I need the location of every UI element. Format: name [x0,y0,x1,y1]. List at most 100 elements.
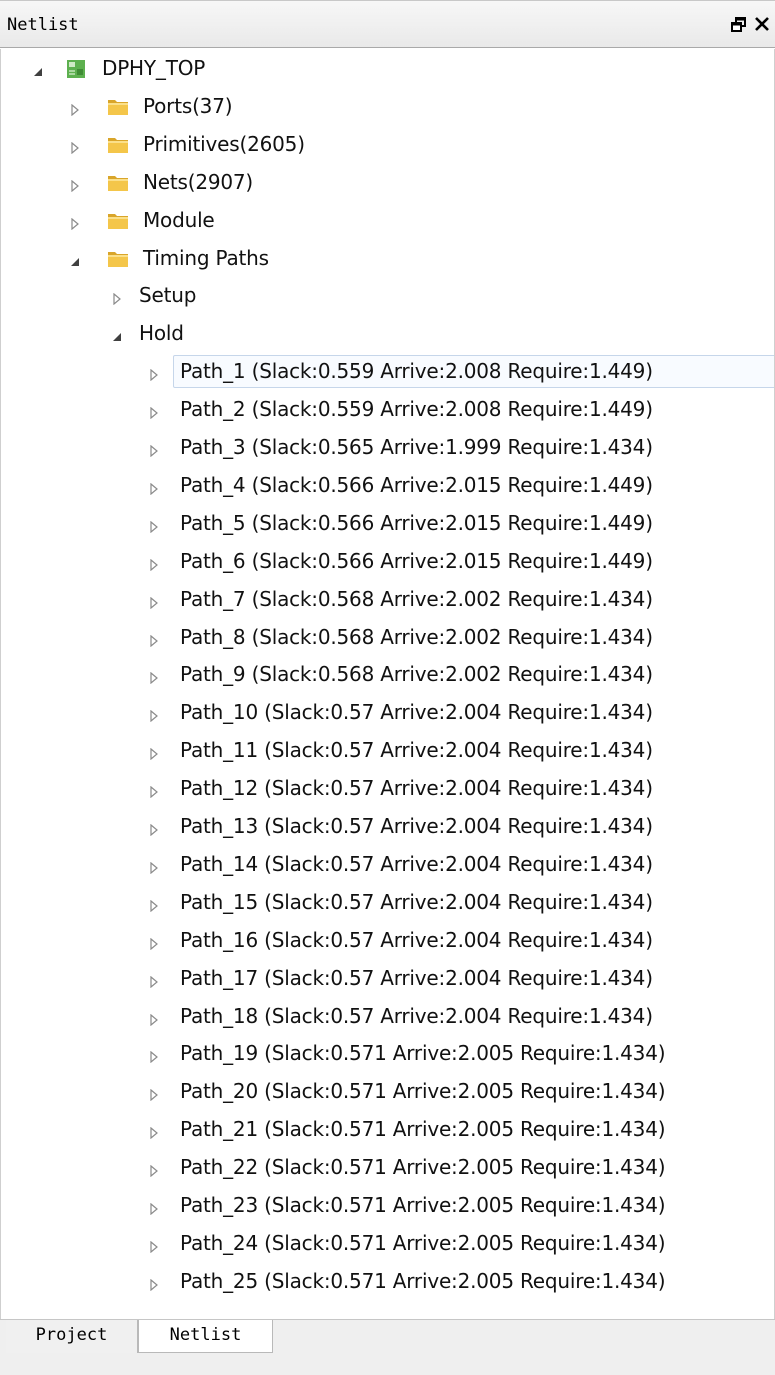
tree-node-label: Path_24 (Slack:0.571 Arrive:2.005 Requir… [180,1230,666,1255]
tree-node-path[interactable]: Path_9 (Slack:0.568 Arrive:2.002 Require… [1,657,774,693]
tree-node-path[interactable]: Path_15 (Slack:0.57 Arrive:2.004 Require… [1,885,774,921]
tree-node-path[interactable]: Path_10 (Slack:0.57 Arrive:2.004 Require… [1,695,774,731]
tree-node-path[interactable]: Path_12 (Slack:0.57 Arrive:2.004 Require… [1,771,774,807]
tree-node-timing-group[interactable]: Hold [1,316,774,352]
collapsed-arrow-icon[interactable] [148,897,160,913]
tab-project[interactable]: Project [6,1320,138,1353]
module-chip-icon [65,59,87,79]
tree-node-label: Path_7 (Slack:0.568 Arrive:2.002 Require… [180,586,653,611]
tree-node-label: Path_22 (Slack:0.571 Arrive:2.005 Requir… [180,1155,666,1180]
tree-node-label: DPHY_TOP [102,56,206,80]
tree-node-path[interactable]: Path_17 (Slack:0.57 Arrive:2.004 Require… [1,961,774,997]
tree-node-label: Path_5 (Slack:0.566 Arrive:2.015 Require… [180,510,653,535]
tree-node-path[interactable]: Path_4 (Slack:0.566 Arrive:2.015 Require… [1,468,774,504]
tree-node-label: Path_11 (Slack:0.57 Arrive:2.004 Require… [180,738,653,763]
collapsed-arrow-icon[interactable] [148,1011,160,1026]
tree-node-path[interactable]: Path_24 (Slack:0.571 Arrive:2.005 Requir… [1,1226,774,1262]
collapsed-arrow-icon[interactable] [148,594,160,609]
tree-node-path[interactable]: Path_14 (Slack:0.57 Arrive:2.004 Require… [1,847,774,883]
collapsed-arrow-icon[interactable] [148,556,160,571]
tree-node-path[interactable]: Path_7 (Slack:0.568 Arrive:2.002 Require… [1,582,774,618]
tree-node-label: Timing Paths [143,245,269,270]
collapsed-arrow-icon[interactable] [148,480,160,496]
tree-node-path[interactable]: Path_23 (Slack:0.571 Arrive:2.005 Requir… [1,1188,774,1224]
tree-node-folder[interactable]: Primitives(2605) [1,127,774,163]
collapsed-arrow-icon[interactable] [148,973,160,988]
tree-node-path[interactable]: Path_2 (Slack:0.559 Arrive:2.008 Require… [1,392,774,428]
collapsed-arrow-icon[interactable] [148,1200,160,1216]
collapsed-arrow-icon[interactable] [148,935,160,950]
collapsed-arrow-icon[interactable] [148,1238,160,1254]
tree-node-label: Path_3 (Slack:0.565 Arrive:1.999 Require… [180,435,653,459]
folder-icon [107,173,129,193]
collapsed-arrow-icon[interactable] [148,1086,160,1102]
collapsed-arrow-icon[interactable] [148,821,160,837]
tree-node-path[interactable]: Path_16 (Slack:0.57 Arrive:2.004 Require… [1,923,774,959]
tree-node-path[interactable]: Path_18 (Slack:0.57 Arrive:2.004 Require… [1,999,774,1035]
tree-node-path[interactable]: Path_20 (Slack:0.571 Arrive:2.005 Requir… [1,1074,774,1110]
collapsed-arrow-icon[interactable] [148,1276,160,1292]
tree-node-label: Path_4 (Slack:0.566 Arrive:2.015 Require… [180,472,653,497]
collapsed-arrow-icon[interactable] [148,783,160,799]
collapsed-arrow-icon[interactable] [148,1162,160,1178]
collapsed-arrow-icon[interactable] [148,859,160,875]
tree-node-label: Nets(2907) [143,169,254,194]
collapsed-arrow-icon[interactable] [148,632,160,647]
collapsed-arrow-icon[interactable] [148,366,160,382]
tree-node-label: Path_1 (Slack:0.559 Arrive:2.008 Require… [180,359,653,384]
tree-node-folder[interactable]: Timing Paths [1,241,774,277]
tree-node-label: Path_25 (Slack:0.571 Arrive:2.005 Requir… [180,1268,666,1293]
collapsed-arrow-icon[interactable] [148,404,160,420]
collapsed-arrow-icon[interactable] [148,518,160,534]
panel-title: Netlist [7,15,79,35]
tree-node-folder[interactable]: Ports(37) [1,89,774,125]
tree-node-path[interactable]: Path_25 (Slack:0.571 Arrive:2.005 Requir… [1,1264,774,1300]
tab-netlist[interactable]: Netlist [138,1320,273,1353]
collapsed-arrow-icon[interactable] [148,669,160,685]
tree-node-timing-group[interactable]: Setup [1,278,774,314]
collapsed-arrow-icon[interactable] [148,442,160,458]
tree-node-folder[interactable]: Module [1,203,774,239]
netlist-tree[interactable]: DPHY_TOP Ports(37) Primitives(2605) Nets(29… [0,49,775,1319]
tree-node-label: Path_2 (Slack:0.559 Arrive:2.008 Require… [180,397,653,422]
tree-node-path[interactable]: Path_5 (Slack:0.566 Arrive:2.015 Require… [1,506,774,542]
collapsed-arrow-icon[interactable] [148,1124,160,1140]
collapsed-arrow-icon[interactable] [148,707,160,723]
collapsed-arrow-icon[interactable] [148,1048,160,1064]
tree-node-path[interactable]: Path_19 (Slack:0.571 Arrive:2.005 Requir… [1,1036,774,1072]
panel-titlebar: Netlist [0,0,775,48]
tree-node-path[interactable]: Path_22 (Slack:0.571 Arrive:2.005 Requir… [1,1150,774,1186]
tree-node-path[interactable]: Path_21 (Slack:0.571 Arrive:2.005 Requir… [1,1112,774,1148]
tree-node-label: Path_15 (Slack:0.57 Arrive:2.004 Require… [180,889,653,914]
tree-node-path[interactable]: Path_1 (Slack:0.559 Arrive:2.008 Require… [1,354,774,390]
collapsed-arrow-icon[interactable] [111,290,123,306]
tree-node-path[interactable]: Path_11 (Slack:0.57 Arrive:2.004 Require… [1,733,774,769]
expanded-arrow-icon[interactable] [111,328,123,342]
folder-icon [107,97,129,117]
collapsed-arrow-icon[interactable] [148,745,160,761]
expanded-arrow-icon[interactable] [69,253,81,266]
tree-node-label: Module [143,207,215,232]
tree-node-path[interactable]: Path_6 (Slack:0.566 Arrive:2.015 Require… [1,544,774,580]
tree-node-label: Path_12 (Slack:0.57 Arrive:2.004 Require… [180,776,653,801]
tree-node-label: Setup [139,283,197,308]
expanded-arrow-icon[interactable] [32,63,44,76]
float-window-icon[interactable] [731,17,747,33]
collapsed-arrow-icon[interactable] [69,177,81,192]
tree-node-label: Hold [139,321,184,346]
tree-node-label: Path_19 (Slack:0.571 Arrive:2.005 Requir… [180,1041,666,1066]
tree-node-label: Path_20 (Slack:0.571 Arrive:2.005 Requir… [180,1079,666,1104]
tree-node-label: Path_6 (Slack:0.566 Arrive:2.015 Require… [180,548,653,573]
collapsed-arrow-icon[interactable] [69,215,81,230]
collapsed-arrow-icon[interactable] [69,101,81,117]
tree-node-folder[interactable]: Nets(2907) [1,165,774,201]
tree-node-path[interactable]: Path_3 (Slack:0.565 Arrive:1.999 Require… [1,430,774,466]
tree-node-label: Path_18 (Slack:0.57 Arrive:2.004 Require… [180,1003,653,1028]
folder-icon [107,249,129,269]
tree-node-path[interactable]: Path_13 (Slack:0.57 Arrive:2.004 Require… [1,809,774,845]
tree-node-path[interactable]: Path_8 (Slack:0.568 Arrive:2.002 Require… [1,620,774,656]
tree-node-root[interactable]: DPHY_TOP [1,51,774,87]
close-icon[interactable] [754,16,770,32]
collapsed-arrow-icon[interactable] [69,139,81,155]
tree-node-label: Path_10 (Slack:0.57 Arrive:2.004 Require… [180,700,653,725]
